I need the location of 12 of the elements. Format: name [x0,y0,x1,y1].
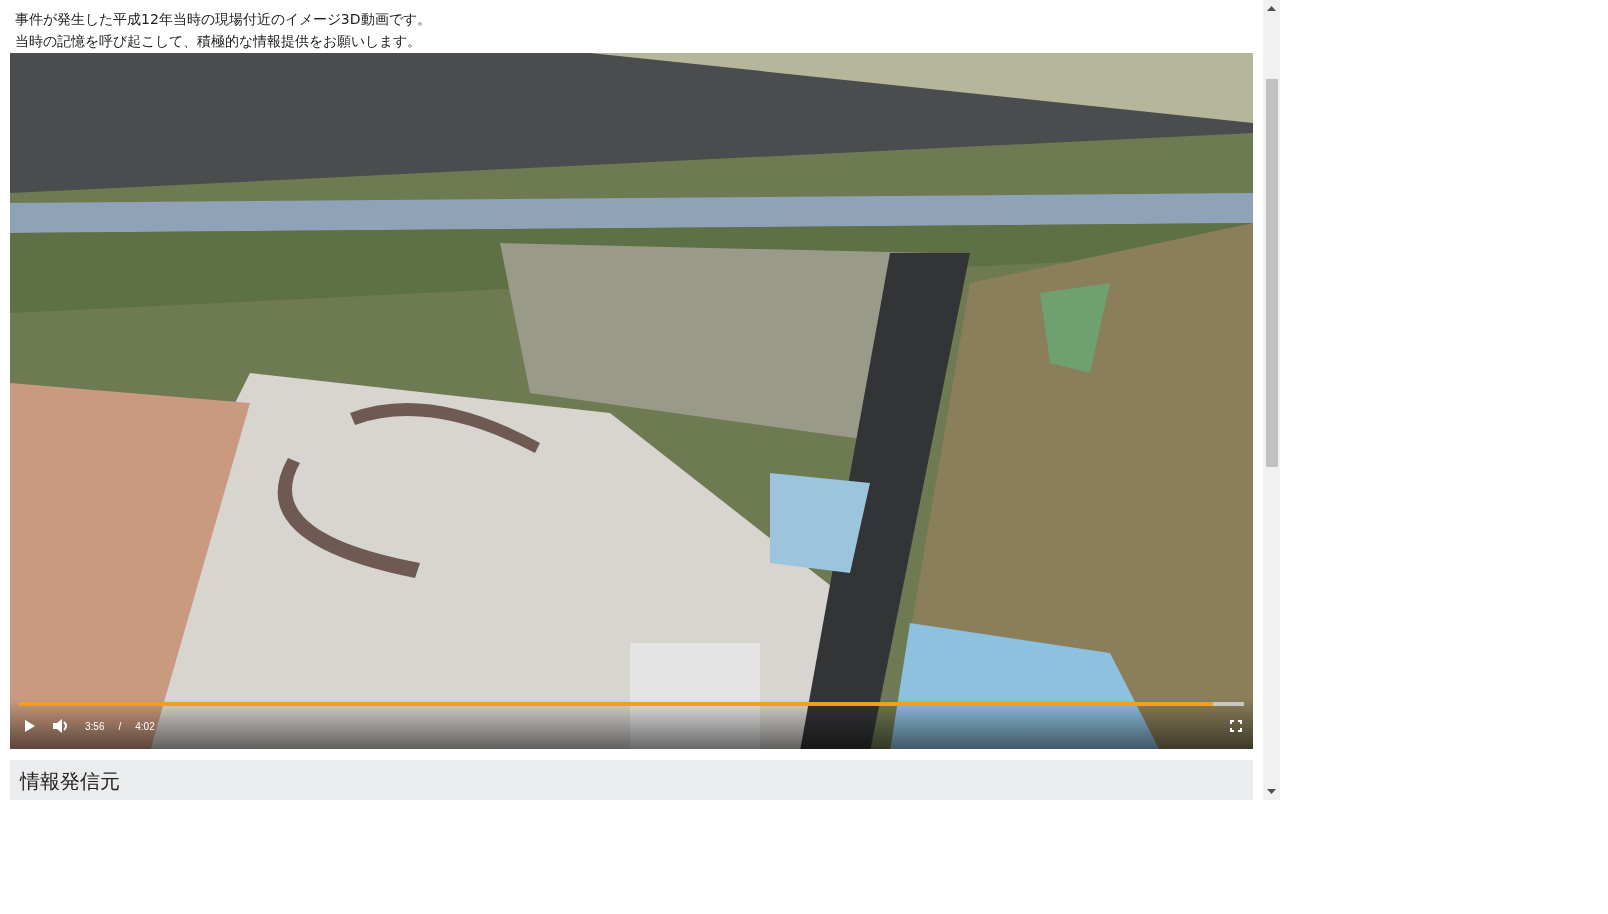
intro-text: 当時の記憶を呼び起こして、積極的な情報提供をお願いします。 [14,32,422,51]
intro-text: 事件が発生した平成12年当時の現場付近のイメージ3D動画です。 [14,10,432,29]
current-time: 3:56 [85,720,105,732]
time-separator: / [118,720,122,732]
scroll-down-icon[interactable] [1267,789,1276,794]
scroll-thumb[interactable] [1265,79,1278,467]
scrollbar[interactable] [1263,0,1280,800]
section-heading: 情報発信元 [20,769,120,794]
play-button[interactable] [23,718,37,735]
fullscreen-button[interactable] [1228,718,1244,735]
scroll-up-icon[interactable] [1267,6,1276,11]
duration: 4:02 [135,720,155,732]
